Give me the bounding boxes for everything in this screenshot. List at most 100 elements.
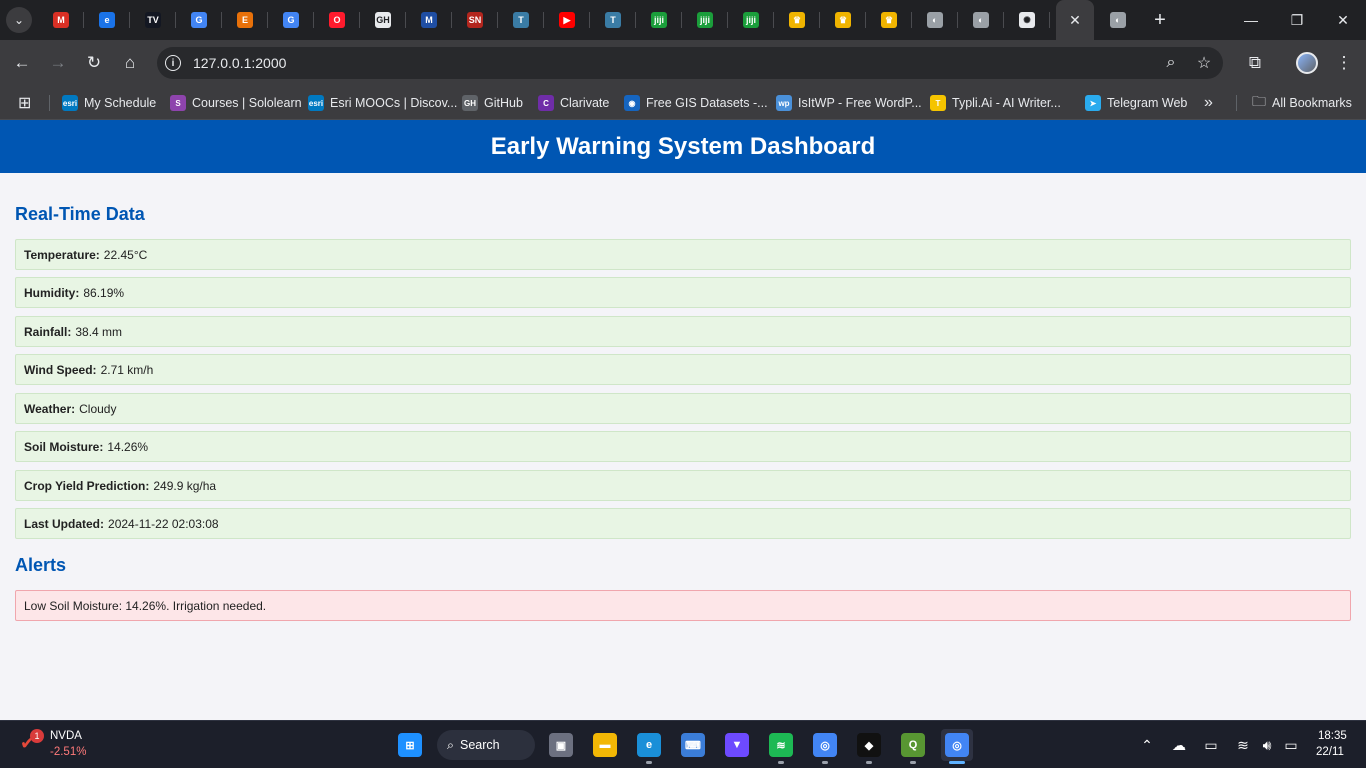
tab-jiji[interactable]: jiji: [636, 0, 682, 40]
forward-icon[interactable]: →: [46, 51, 70, 75]
bookmarks-divider: [1236, 95, 1237, 111]
tab-opera[interactable]: O: [314, 0, 360, 40]
back-icon[interactable]: ←: [10, 51, 34, 75]
taskbar-app-capcut[interactable]: ◆: [853, 729, 885, 764]
taskbar-app-task-view[interactable]: ▣: [545, 729, 577, 761]
profile-avatar[interactable]: [1296, 52, 1318, 74]
data-row-wind-speed: Wind Speed: 2.71 km/h: [15, 354, 1351, 385]
tab-typeface[interactable]: T: [590, 0, 636, 40]
tray-overflow-chevron-icon[interactable]: ⌃: [1136, 735, 1158, 755]
folder-icon: 🗀: [1252, 93, 1266, 109]
more-bookmarks-icon[interactable]: »: [1204, 94, 1213, 112]
volume-icon[interactable]: 🔊︎: [1256, 735, 1278, 755]
active-tab[interactable]: ✕: [1056, 0, 1094, 40]
tab-sn[interactable]: SN: [452, 0, 498, 40]
extensions-icon[interactable]: ⧉: [1243, 51, 1267, 75]
wifi-icon[interactable]: ≋: [1232, 735, 1254, 755]
tab-crest[interactable]: ♛: [866, 0, 912, 40]
battery-icon[interactable]: ▭: [1280, 735, 1302, 755]
bookmark-item[interactable]: C Clarivate: [538, 94, 609, 112]
close-icon[interactable]: ✕: [1069, 12, 1081, 29]
restore-icon[interactable]: ❐: [1274, 0, 1320, 40]
url-text[interactable]: 127.0.0.1:2000: [193, 55, 286, 71]
bookmarks-bar: ⊞ esri My Schedule S Courses | Sololearn esr…: [0, 86, 1366, 120]
taskbar-app-file-explorer[interactable]: ▬: [589, 729, 621, 761]
taskbar-app-windows-start[interactable]: ⊞: [394, 729, 426, 761]
tab-globe[interactable]: ◐: [1095, 0, 1141, 40]
onedrive-icon[interactable]: ☁: [1168, 735, 1190, 755]
tab-typeface[interactable]: T: [498, 0, 544, 40]
new-tab-button[interactable]: +: [1148, 8, 1172, 32]
tab-search-chevron-icon[interactable]: ⌄: [6, 7, 32, 33]
taskbar-app-chrome[interactable]: ◎: [941, 729, 973, 764]
page-title: Early Warning System Dashboard: [0, 120, 1366, 173]
site-info-icon[interactable]: i: [165, 55, 181, 71]
crest-icon: ♛: [789, 12, 805, 28]
bookmark-item[interactable]: wp IsItWP - Free WordP...: [776, 94, 922, 112]
close-window-icon[interactable]: ✕: [1320, 0, 1366, 40]
tab-chatgpt[interactable]: ✺: [1004, 0, 1050, 40]
bookmark-star-icon[interactable]: ☆: [1193, 52, 1215, 74]
menu-kebab-icon[interactable]: ⋮: [1332, 51, 1356, 75]
taskbar-app-keyboard-app[interactable]: ⌨: [677, 729, 709, 761]
home-icon[interactable]: ⌂: [118, 51, 142, 75]
e-icon: E: [237, 12, 253, 28]
bookmark-item[interactable]: S Courses | Sololearn: [170, 94, 302, 112]
tab-jiji[interactable]: jiji: [728, 0, 774, 40]
tab-jiji[interactable]: jiji: [682, 0, 728, 40]
bookmark-label: Clarivate: [560, 96, 610, 110]
data-row-humidity: Humidity: 86.19%: [15, 277, 1351, 308]
tab-globe[interactable]: ◐: [912, 0, 958, 40]
data-value: Cloudy: [79, 401, 117, 416]
taskbar-app-edge[interactable]: e: [633, 729, 665, 764]
bookmark-item[interactable]: esri My Schedule: [62, 94, 156, 112]
bookmark-item[interactable]: ➤ Telegram Web: [1085, 94, 1187, 112]
bookmark-item[interactable]: T Typli.Ai - AI Writer...: [930, 94, 1061, 112]
stock-ticker[interactable]: NVDA: [50, 730, 82, 742]
clock-time[interactable]: 18:35: [1318, 730, 1347, 742]
tab-tradingview[interactable]: TV: [130, 0, 176, 40]
tab-crest[interactable]: ♛: [774, 0, 820, 40]
tab-edge[interactable]: e: [84, 0, 130, 40]
taskbar-app-proton-vpn[interactable]: ▼: [721, 729, 753, 761]
taskbar-app-chrome-profile[interactable]: ◎: [809, 729, 841, 764]
data-value: 22.45°C: [103, 247, 148, 262]
proton-vpn-icon: ▼: [725, 733, 749, 757]
alert-item: Low Soil Moisture: 14.26%. Irrigation ne…: [15, 590, 1351, 621]
taskbar-app-qgis[interactable]: Q: [897, 729, 929, 764]
tab-github[interactable]: GH: [360, 0, 406, 40]
tab-youtube[interactable]: ▶: [544, 0, 590, 40]
bookmark-item[interactable]: GH GitHub: [462, 94, 523, 112]
bookmark-label: Typli.Ai - AI Writer...: [952, 96, 1061, 110]
reload-icon[interactable]: ↻: [82, 51, 106, 75]
tab-globe[interactable]: ◐: [958, 0, 1004, 40]
tab-google[interactable]: G: [176, 0, 222, 40]
bookmark-item[interactable]: ◉ Free GIS Datasets -...: [624, 94, 768, 112]
bookmark-label: Telegram Web: [1107, 96, 1188, 110]
clock-date[interactable]: 22/11: [1316, 746, 1344, 758]
tab-gmail[interactable]: M: [38, 0, 84, 40]
data-label: Rainfall:: [24, 324, 72, 339]
esri-icon: esri: [62, 95, 78, 111]
taskbar-search[interactable]: ⌕ Search: [437, 730, 535, 760]
running-indicator: [822, 761, 828, 764]
edge-icon: e: [637, 733, 661, 757]
all-bookmarks-label: All Bookmarks: [1272, 96, 1352, 110]
apps-grid-icon[interactable]: ⊞: [18, 94, 31, 112]
tab-e[interactable]: E: [222, 0, 268, 40]
tab-crest[interactable]: ♛: [820, 0, 866, 40]
zoom-icon[interactable]: ⌕: [1160, 52, 1182, 74]
all-bookmarks[interactable]: 🗀 All Bookmarks: [1252, 93, 1352, 112]
taskbar-app-spotify[interactable]: ≋: [765, 729, 797, 764]
minimize-icon[interactable]: —: [1228, 0, 1274, 40]
tab-mendeley[interactable]: M: [406, 0, 452, 40]
clarivate-icon: C: [538, 95, 554, 111]
bookmark-item[interactable]: esri Esri MOOCs | Discov...: [308, 94, 457, 112]
tablet-icon[interactable]: ▭: [1200, 735, 1222, 755]
data-value: 14.26%: [107, 439, 149, 454]
typeface-icon: T: [513, 12, 529, 28]
alerts-heading: Alerts: [15, 555, 67, 575]
address-bar[interactable]: i 127.0.0.1:2000 ⌕ ☆: [157, 47, 1223, 79]
tab-google[interactable]: G: [268, 0, 314, 40]
bookmark-label: Courses | Sololearn: [192, 96, 302, 110]
